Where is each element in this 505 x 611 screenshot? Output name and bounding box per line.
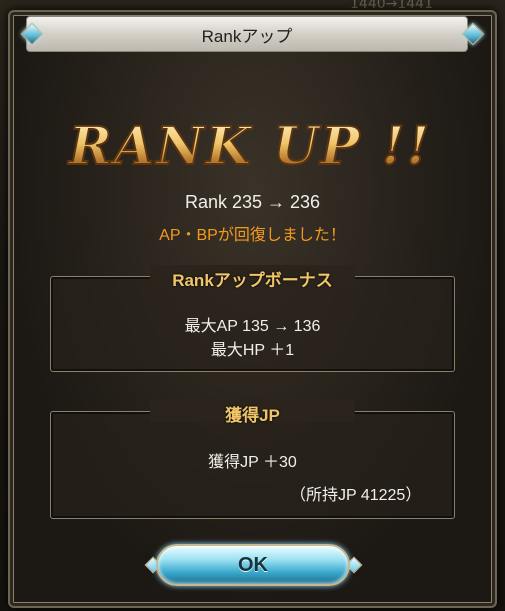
jp-section-title: 獲得JP — [225, 406, 280, 425]
max-hp-change: 最大HP ＋1 — [210, 342, 295, 359]
dialog-title: Rankアップ — [201, 26, 293, 46]
jp-earned: 獲得JP ＋30 — [208, 454, 297, 471]
ok-button-label: OK — [238, 553, 268, 576]
jp-holding: （所持JP 41225） — [290, 487, 422, 504]
max-ap-change: 最大AP 135 → 136 — [184, 318, 321, 335]
rank-up-text: RANK UP !! — [67, 116, 432, 177]
dialog-titlebar: Rankアップ — [26, 16, 468, 52]
recover-message: AP・BPが回復しました！ — [159, 227, 346, 244]
ok-button[interactable]: OK — [156, 544, 350, 586]
bonus-section-title: Rankアップボーナス — [172, 271, 333, 290]
rank-up-headline: RANK UP !! — [66, 115, 432, 178]
rank-change-text: Rank 235 → 236 — [184, 192, 321, 212]
